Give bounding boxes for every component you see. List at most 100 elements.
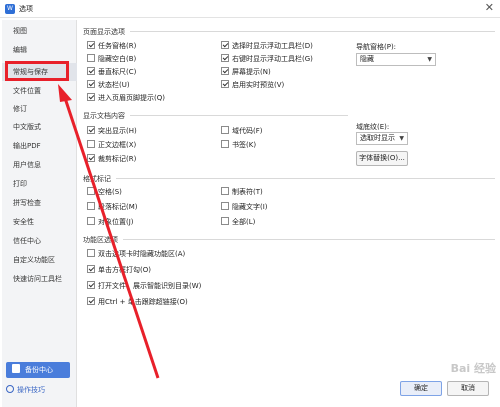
checkbox[interactable]: [87, 126, 95, 134]
checkbox[interactable]: [221, 140, 229, 148]
option-label: 选择时显示浮动工具栏(D): [232, 42, 313, 50]
option-label: 隐藏空白(B): [98, 55, 137, 63]
option-label: 裁剪标记(R): [98, 155, 137, 163]
opt-task-pane[interactable]: 任务窗格(R): [87, 41, 136, 51]
field-shading-value: 选取时显示: [360, 134, 395, 142]
checkbox[interactable]: [87, 93, 95, 101]
option-label: 用Ctrl + 单击跟踪超链接(O): [98, 298, 188, 306]
checkbox[interactable]: [221, 80, 229, 88]
checkbox[interactable]: [221, 41, 229, 49]
sidebar-item-chinese-layout[interactable]: 中文版式: [2, 118, 77, 136]
option-label: 任务窗格(R): [98, 42, 137, 50]
format-marks-title: 格式标记: [83, 175, 111, 183]
checkbox[interactable]: [221, 202, 229, 210]
sidebar-item-file-location[interactable]: 文件位置: [2, 82, 77, 100]
sidebar-item-security[interactable]: 安全性: [2, 213, 77, 231]
checkbox[interactable]: [87, 249, 95, 257]
opt-click-box-check[interactable]: 单击方框打勾(O): [87, 265, 151, 275]
window-title: 选项: [19, 5, 33, 13]
sidebar-item-custom-ribbon[interactable]: 自定义功能区: [2, 251, 77, 269]
opt-hide-blank[interactable]: 隐藏空白(B): [87, 54, 136, 64]
checkbox[interactable]: [87, 217, 95, 225]
opt-smart-toc[interactable]: 打开文件，展示智能识别目录(W): [87, 281, 201, 291]
backup-label: 备份中心: [25, 366, 53, 374]
opt-vertical-ruler[interactable]: 垂直标尺(C): [87, 67, 136, 77]
ok-button[interactable]: 确定: [400, 381, 442, 396]
app-icon: W: [5, 4, 15, 14]
option-label: 隐藏文字(I): [232, 203, 268, 211]
checkbox[interactable]: [87, 265, 95, 273]
option-label: 右键时显示浮动工具栏(G): [232, 55, 313, 63]
field-shading-label: 域底纹(E):: [356, 123, 390, 131]
backup-icon: [12, 364, 20, 373]
checkbox[interactable]: [87, 202, 95, 210]
nav-pane-value: 隐藏: [360, 55, 374, 63]
sidebar-item-view[interactable]: 视图: [2, 22, 77, 40]
opt-object-anchors[interactable]: 对象位置(J): [87, 217, 134, 227]
sidebar-item-trust-center[interactable]: 信任中心: [2, 232, 77, 250]
opt-spaces[interactable]: 空格(S): [87, 187, 122, 197]
cancel-button[interactable]: 取消: [447, 381, 489, 396]
divider: [116, 178, 495, 179]
nav-pane-select[interactable]: 隐藏 ▼: [356, 53, 436, 66]
help-icon: [6, 385, 14, 393]
opt-status-bar[interactable]: 状态栏(U): [87, 80, 130, 90]
opt-header-footer-hint[interactable]: 进入页眉页脚提示(Q): [87, 93, 165, 103]
watermark: Bai 经验: [450, 362, 496, 375]
opt-ctrl-click-link[interactable]: 用Ctrl + 单击跟踪超链接(O): [87, 297, 188, 307]
option-label: 书签(K): [232, 141, 257, 149]
font-replace-button[interactable]: 字体替换(O)...: [356, 151, 408, 166]
opt-paragraph-marks[interactable]: 段落标记(M): [87, 202, 138, 212]
field-shading-select[interactable]: 选取时显示 ▼: [356, 132, 408, 145]
option-label: 突出显示(H): [98, 127, 137, 135]
sidebar-item-spell-check[interactable]: 拼写检查: [2, 194, 77, 212]
opt-bookmarks[interactable]: 书签(K): [221, 140, 256, 150]
checkbox[interactable]: [87, 80, 95, 88]
option-label: 域代码(F): [232, 127, 263, 135]
chevron-down-icon: ▼: [399, 135, 404, 142]
opt-all-marks[interactable]: 全部(L): [221, 217, 255, 227]
checkbox[interactable]: [221, 54, 229, 62]
checkbox[interactable]: [87, 154, 95, 162]
opt-crop-marks[interactable]: 裁剪标记(R): [87, 154, 136, 164]
opt-screen-tips[interactable]: 屏幕提示(N): [221, 67, 271, 77]
sidebar-item-user-info[interactable]: 用户信息: [2, 156, 77, 174]
page-display-title: 页面显示选项: [83, 28, 125, 36]
checkbox[interactable]: [87, 67, 95, 75]
checkbox[interactable]: [221, 67, 229, 75]
opt-floating-toolbar-right-click[interactable]: 右键时显示浮动工具栏(G): [221, 54, 313, 64]
option-label: 单击方框打勾(O): [98, 266, 151, 274]
opt-floating-toolbar-select[interactable]: 选择时显示浮动工具栏(D): [221, 41, 313, 51]
chevron-down-icon: ▼: [427, 56, 432, 63]
sidebar-item-print[interactable]: 打印: [2, 175, 77, 193]
checkbox[interactable]: [221, 217, 229, 225]
backup-center-button[interactable]: 备份中心: [6, 362, 70, 378]
opt-field-codes[interactable]: 域代码(F): [221, 126, 263, 136]
sidebar-item-revision[interactable]: 修订: [2, 100, 77, 118]
divider: [130, 31, 495, 32]
option-label: 打开文件，展示智能识别目录(W): [98, 282, 202, 290]
checkbox[interactable]: [87, 297, 95, 305]
opt-text-border[interactable]: 正文边框(X): [87, 140, 136, 150]
tips-link[interactable]: 操作技巧: [6, 385, 45, 395]
checkbox[interactable]: [87, 187, 95, 195]
opt-highlight[interactable]: 突出显示(H): [87, 126, 137, 136]
sidebar-item-quick-access[interactable]: 快速访问工具栏: [2, 270, 77, 288]
opt-hidden-text[interactable]: 隐藏文字(I): [221, 202, 268, 212]
divider: [130, 115, 348, 116]
option-label: 屏幕提示(N): [232, 68, 271, 76]
close-icon[interactable]: ✕: [485, 2, 494, 14]
option-label: 正文边框(X): [98, 141, 137, 149]
opt-live-preview[interactable]: 启用实时预览(V): [221, 80, 284, 90]
checkbox[interactable]: [87, 140, 95, 148]
checkbox[interactable]: [87, 41, 95, 49]
opt-tabs[interactable]: 制表符(T): [221, 187, 263, 197]
opt-double-click-hide-ribbon[interactable]: 双击选项卡时隐藏功能区(A): [87, 249, 185, 259]
sidebar-item-edit[interactable]: 编辑: [2, 41, 77, 59]
checkbox[interactable]: [221, 187, 229, 195]
option-label: 对象位置(J): [98, 218, 134, 226]
checkbox[interactable]: [87, 54, 95, 62]
sidebar-item-export-pdf[interactable]: 输出PDF: [2, 137, 77, 155]
checkbox[interactable]: [87, 281, 95, 289]
checkbox[interactable]: [221, 126, 229, 134]
